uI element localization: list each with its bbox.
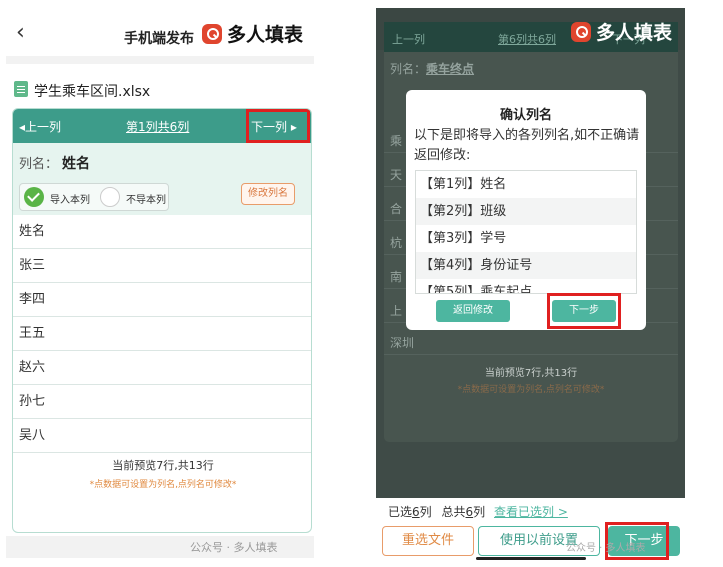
column-name-value[interactable]: 姓名 [62,156,90,172]
preview-hint: *点数据可设置为列名,点列名可修改* [89,480,237,490]
rename-column-button[interactable]: 修改列名 [241,183,295,205]
spreadsheet-icon [14,81,28,97]
right-phone-screen: 上一列 第6列共6列 下一列 多人填表 列名：乘车终点 乘 天 合 杭 南 上 … [376,8,685,560]
brand-name: 多人填表 [596,22,673,44]
skip-radio-icon[interactable] [100,187,120,207]
list-item: 【第1列】姓名 [420,177,507,192]
list-item: 【第4列】身份证号 [416,252,636,279]
top-header: ‹ 手机端发布 多人填表 [6,8,314,56]
import-column-option[interactable]: 导入本列 [50,191,90,206]
list-item: 【第5列】乘车起点 [420,285,533,294]
table-row[interactable]: 吴八 [13,419,311,453]
data-rows: 姓名 张三 李四 王五 赵六 孙七 吴八 [13,215,311,453]
column-navigator: ◂上一列 第1列共6列 下一列 ▸ [13,109,311,143]
column-panel: ◂上一列 第1列共6列 下一列 ▸ 列名： 姓名 导入本列 不导本列 修改列名 姓… [12,108,312,533]
column-name-row: 列名： 姓名 [19,153,90,173]
highlight-box [246,109,310,143]
dim-row: 合 [390,202,403,216]
dialog-description: 以下是即将导入的各列列名,如不正确请返回修改: [414,128,640,163]
reselect-file-button[interactable]: 重选文件 [382,526,474,556]
view-selected-link[interactable]: 查看已选列 > [494,503,568,520]
file-bar: 学生乘车区间.xlsx [6,78,314,100]
selected-suffix: 列 [419,505,432,519]
table-row[interactable]: 孙七 [13,385,311,419]
dim-colname: 乘车终点 [426,62,475,76]
dim-colname-label: 列名： [390,62,427,76]
column-name-label: 列名： [19,157,59,172]
dim-divider [384,354,678,355]
prev-column-button[interactable]: ◂上一列 [19,118,61,135]
dim-row: 乘 [390,134,403,148]
file-name: 学生乘车区间.xlsx [34,84,151,100]
home-indicator [476,557,586,560]
dim-row: 南 [390,270,403,284]
preview-count: 当前预览7行,共13行 [112,459,214,472]
dim-row: 杭 [390,236,403,250]
dim-colname-row: 列名：乘车终点 [390,60,474,77]
total-count: 6 [465,505,474,519]
left-phone-screen: ‹ 手机端发布 多人填表 学生乘车区间.xlsx ◂上一列 第1列共6列 下一列… [6,8,314,558]
dim-row: 深圳 [390,336,415,350]
dim-position: 第6列共6列 [498,33,556,46]
column-settings: 列名： 姓名 导入本列 不导本列 修改列名 [13,143,311,215]
brand-icon [571,21,591,42]
watermark: 公众号 · 多人填表 [190,541,278,554]
column-name-list[interactable]: 【第1列】姓名 【第2列】班级 【第3列】学号 【第4列】身份证号 【第5列】乘… [415,170,637,294]
dim-row: 天 [390,168,403,182]
watermark: 公众号 · 多人填表 [566,543,646,554]
list-item: 【第3列】学号 [420,231,507,246]
back-arrow-icon[interactable]: ‹ [16,20,25,45]
selected-prefix: 已选 [388,505,413,519]
confirm-columns-dialog: 确认列名 以下是即将导入的各列列名,如不正确请返回修改: 【第1列】姓名 【第2… [406,90,646,330]
total-prefix: 总共 [441,505,466,519]
brand-logo: 多人填表 [571,18,672,45]
dim-prev: 上一列 [392,33,425,46]
table-row[interactable]: 张三 [13,249,311,283]
table-row[interactable]: 李四 [13,283,311,317]
table-row[interactable]: 赵六 [13,351,311,385]
column-position[interactable]: 第1列共6列 [126,118,189,135]
dim-row: 上 [390,304,403,318]
table-row[interactable]: 王五 [13,317,311,351]
highlight-box [547,293,621,329]
page-title: 手机端发布 [124,31,194,47]
prev-column-label: 上一列 [25,120,62,134]
import-toggle-group: 导入本列 不导本列 [19,183,169,211]
dialog-title: 确认列名 [499,108,552,123]
selected-count: 6 [412,505,420,519]
brand-logo: 多人填表 [202,20,303,47]
import-radio-checked-icon[interactable] [24,187,44,207]
table-row[interactable]: 姓名 [13,215,311,249]
selection-summary: 已选6列 总共6列 [388,503,485,520]
skip-column-option[interactable]: 不导本列 [126,191,166,206]
dim-preview-hint: *点数据可设置为列名,点列名可修改* [457,385,605,395]
divider [6,56,314,64]
brand-icon [202,23,222,44]
brand-name: 多人填表 [227,24,304,46]
total-suffix: 列 [473,505,486,519]
dim-preview-count: 当前预览7行,共13行 [484,368,578,379]
back-to-edit-button[interactable]: 返回修改 [436,300,510,322]
list-item: 【第2列】班级 [416,198,636,225]
